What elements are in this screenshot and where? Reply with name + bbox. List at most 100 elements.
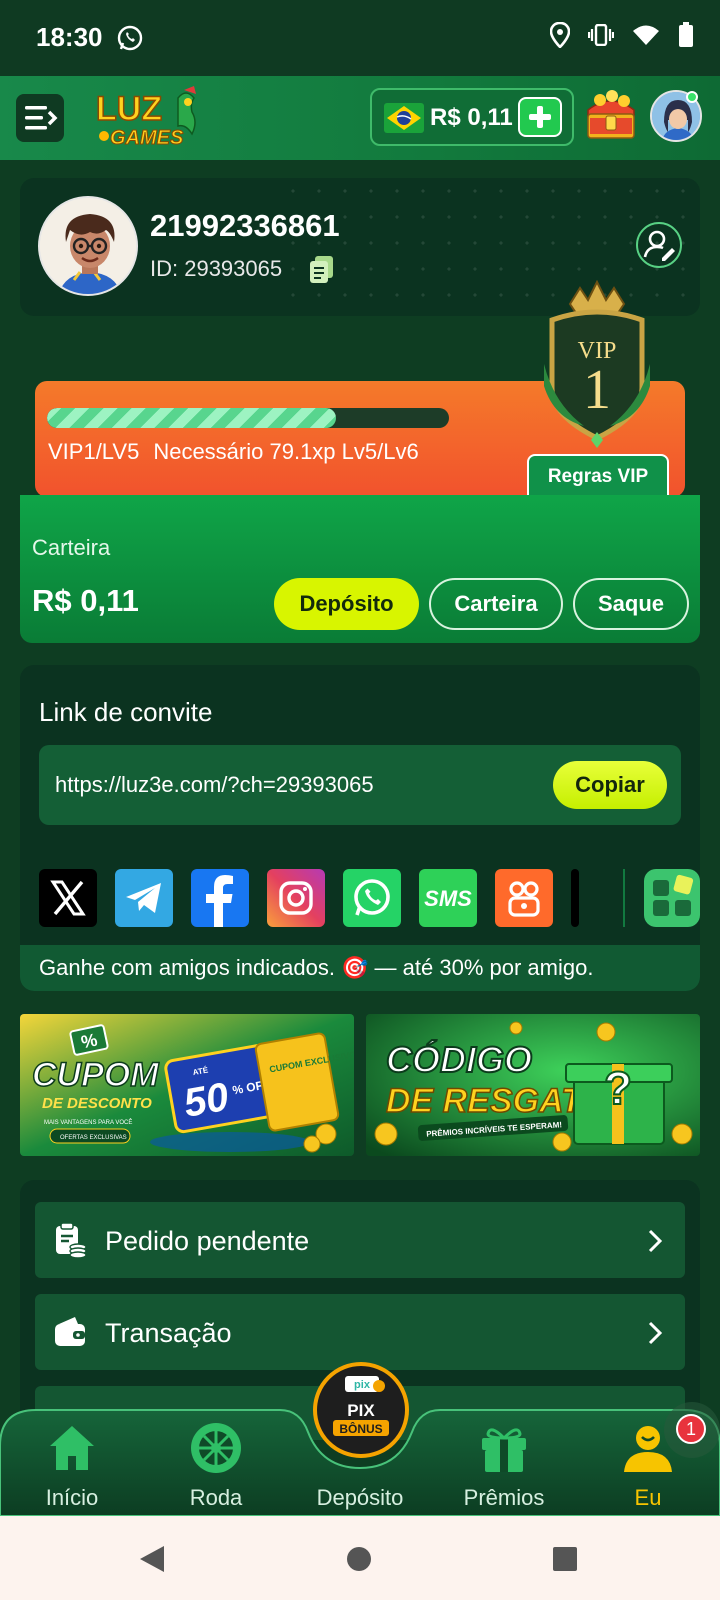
- invite-title: Link de convite: [39, 697, 213, 727]
- home-icon: [50, 1426, 94, 1470]
- whatsapp-notification-icon: [117, 25, 143, 51]
- vip-rules-button[interactable]: Regras VIP: [527, 454, 669, 497]
- vip-requirement: Necessário 79.1xp Lv5/Lv6: [153, 439, 419, 464]
- invite-footer: Ganhe com amigos indicados. 🎯 — até 30% …: [20, 945, 700, 991]
- wallet-title: Carteira: [32, 535, 111, 560]
- battery-icon: [679, 22, 693, 47]
- transaction-label: Transação: [105, 1318, 232, 1348]
- svg-text:LUZ: LUZ: [96, 90, 162, 128]
- edit-profile-icon: [643, 230, 675, 261]
- location-icon: [550, 22, 570, 48]
- svg-text:MAIS VANTAGENS PARA VOCÊ: MAIS VANTAGENS PARA VOCÊ: [44, 1118, 132, 1126]
- luz-games-logo[interactable]: LUZ GAMES: [90, 84, 210, 154]
- app-header: LUZ GAMES R$ 0,11: [0, 76, 720, 160]
- svg-text:CUPOM: CUPOM: [32, 1056, 159, 1094]
- brazil-flag-icon: [384, 103, 424, 133]
- vibrate-icon: [588, 24, 614, 46]
- vip-level-label: VIP1/LV5: [48, 439, 140, 464]
- copy-id-icon[interactable]: [308, 254, 336, 284]
- vip-badge-level: 1: [583, 359, 611, 421]
- copy-link-button[interactable]: Copiar: [553, 761, 667, 809]
- nav-home-label: Início: [45, 1485, 99, 1510]
- more-apps-button[interactable]: [644, 869, 700, 927]
- redeem-code-banner[interactable]: CÓDIGO DE RESGATE PRÊMIOS INCRÍVEIS TE E…: [366, 1014, 700, 1156]
- svg-text:GAMES: GAMES: [110, 127, 184, 149]
- wallet-button[interactable]: Carteira: [429, 578, 563, 630]
- profile-user-id: ID: 29393065: [150, 256, 283, 281]
- treasure-chest-icon[interactable]: [582, 86, 640, 144]
- invite-card: Link de convite https://luz3e.com/?ch=29…: [20, 665, 700, 991]
- svg-text:pix: pix: [354, 1379, 371, 1391]
- svg-text:PIX: PIX: [347, 1401, 375, 1420]
- svg-text:SMS: SMS: [424, 886, 472, 911]
- x-share-button[interactable]: [39, 869, 97, 927]
- invite-url: https://luz3e.com/?ch=29393065: [55, 772, 374, 797]
- vip-info: VIP1/LV5 Necessário 79.1xp Lv5/Lv6: [48, 439, 419, 465]
- pix-bonus-button[interactable]: pix PIX BÔNUS: [313, 1362, 409, 1458]
- withdraw-button[interactable]: Saque: [573, 578, 689, 630]
- chevron-right-icon: [648, 1229, 663, 1253]
- header-balance[interactable]: R$ 0,11: [370, 88, 574, 146]
- status-time: 18:30: [36, 22, 103, 52]
- svg-text:50: 50: [180, 1075, 231, 1126]
- kwai-share-button[interactable]: [495, 869, 553, 927]
- menu-icon: [25, 106, 58, 130]
- nav-prizes[interactable]: Prêmios: [444, 1412, 564, 1516]
- pending-order-item[interactable]: Pedido pendente: [35, 1202, 685, 1278]
- vip-badge-emblem: VIP 1: [544, 280, 650, 448]
- wallet-amount: R$ 0,11: [32, 583, 139, 618]
- wallet-panel: Carteira R$ 0,11 Depósito Carteira Saque: [20, 495, 700, 643]
- pix-bonus-icon: pix PIX BÔNUS: [333, 1376, 389, 1436]
- nav-wheel-label: Roda: [189, 1485, 243, 1510]
- header-balance-amount: R$ 0,11: [430, 104, 513, 131]
- back-icon[interactable]: [138, 1544, 166, 1574]
- nav-home[interactable]: Início: [12, 1412, 132, 1516]
- status-bar: 18:30: [0, 0, 720, 76]
- profile-username: 21992336861: [150, 208, 340, 243]
- share-icons-row: SMS: [39, 869, 700, 927]
- avatar-boy-icon: [40, 198, 136, 294]
- instagram-share-button[interactable]: [267, 869, 325, 927]
- vip-progress-fill: [47, 408, 337, 428]
- pending-order-label: Pedido pendente: [105, 1226, 310, 1256]
- menu-button[interactable]: [16, 94, 64, 142]
- telegram-icon: [126, 883, 161, 913]
- sms-icon: SMS: [424, 886, 472, 911]
- invite-footer-text: Ganhe com amigos indicados. 🎯 — até 30% …: [39, 955, 594, 980]
- share-divider: [623, 869, 625, 927]
- nav-deposit-label: Depósito: [316, 1485, 404, 1510]
- sms-share-button[interactable]: SMS: [419, 869, 477, 927]
- wheel-icon: [191, 1423, 241, 1473]
- whatsapp-share-button[interactable]: [343, 869, 401, 927]
- facebook-share-button[interactable]: [191, 869, 249, 927]
- nav-prizes-label: Prêmios: [463, 1485, 545, 1510]
- home-circle-icon[interactable]: [346, 1546, 372, 1572]
- plus-icon: [529, 106, 551, 128]
- svg-text:DE RESGATE: DE RESGATE: [386, 1082, 606, 1120]
- nav-wheel[interactable]: Roda: [156, 1412, 276, 1516]
- transaction-item[interactable]: Transação: [35, 1294, 685, 1370]
- discount-coupon-image: % CUPOM DE DESCONTO MAIS VANTAGENS PARA …: [20, 1014, 354, 1156]
- hidden-share-button[interactable]: [571, 869, 579, 927]
- edit-profile-button[interactable]: [636, 222, 682, 268]
- status-icons: [550, 22, 694, 48]
- wifi-icon: [633, 25, 659, 45]
- deposit-button[interactable]: Depósito: [274, 578, 419, 630]
- telegram-share-button[interactable]: [115, 869, 173, 927]
- svg-text:OFERTAS EXCLUSIVAS: OFERTAS EXCLUSIVAS: [60, 1135, 127, 1141]
- nav-me-label: Eu: [634, 1485, 662, 1510]
- wallet-transaction-icon: [55, 1317, 85, 1346]
- instagram-icon: [279, 881, 313, 915]
- whatsapp-icon: [354, 879, 390, 916]
- add-balance-button[interactable]: [518, 97, 562, 137]
- more-apps-icon: [653, 874, 694, 916]
- kwai-icon: [508, 881, 540, 917]
- profile-avatar[interactable]: [38, 196, 138, 296]
- chevron-right-icon: [648, 1321, 663, 1345]
- online-status-dot: [686, 91, 698, 103]
- x-icon: [50, 880, 86, 916]
- recents-icon[interactable]: [552, 1546, 578, 1572]
- svg-text:BÔNUS: BÔNUS: [339, 1421, 382, 1436]
- notification-badge: 1: [676, 1414, 706, 1444]
- coupon-banner[interactable]: % CUPOM DE DESCONTO MAIS VANTAGENS PARA …: [20, 1014, 354, 1156]
